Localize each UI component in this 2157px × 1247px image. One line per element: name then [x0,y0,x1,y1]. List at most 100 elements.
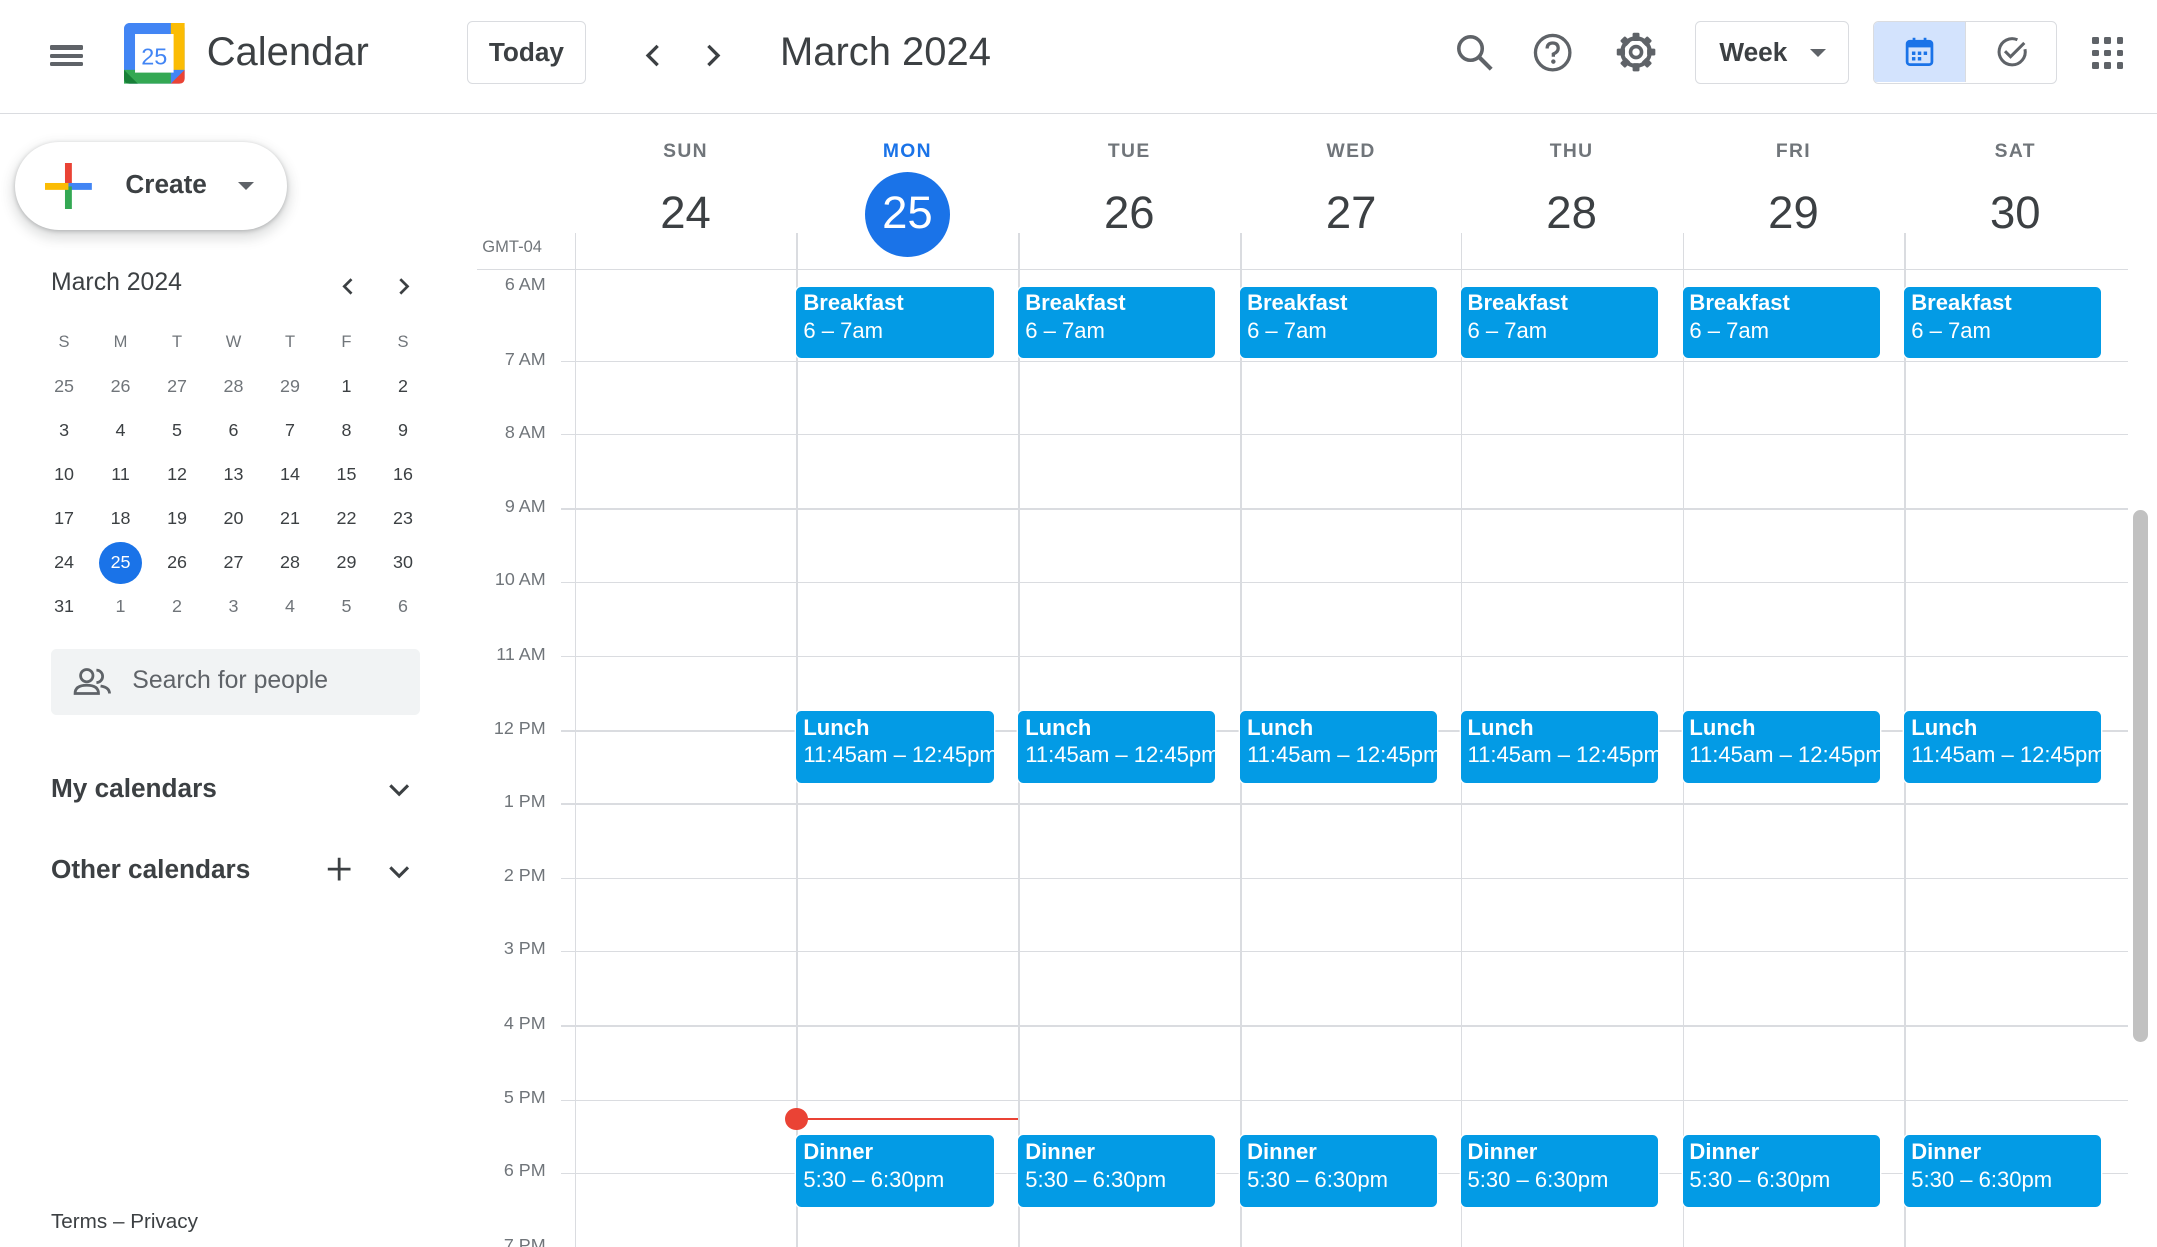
mini-calendar-day[interactable]: 12 [149,452,205,496]
terms-link[interactable]: Terms [51,1210,107,1233]
calendar-event[interactable]: Breakfast 6 – 7am [1904,286,2102,359]
mini-calendar-day[interactable]: 6 [205,408,261,452]
day-header-today[interactable]: MON 25 [796,141,1018,257]
calendar-event[interactable]: Lunch 11:45am – 12:45pm [796,711,994,783]
day-number[interactable]: 24 [660,187,711,238]
calendar-event[interactable]: Dinner 5:30 – 6:30pm [1240,1135,1438,1208]
next-week-button[interactable] [688,30,738,80]
mini-calendar-day-selected[interactable]: 25 [92,540,148,585]
mini-calendar-day-number: 16 [393,463,413,484]
main-menu-button[interactable] [39,30,94,80]
vertical-scrollbar[interactable] [2133,509,2149,1042]
mini-calendar-day[interactable]: 17 [36,496,92,540]
calendar-event[interactable]: Breakfast 6 – 7am [796,286,994,359]
other-calendars-heading[interactable]: Other calendars [51,854,250,885]
my-calendars-heading[interactable]: My calendars [51,773,217,804]
search-button[interactable] [1447,25,1502,80]
settings-button[interactable] [1608,25,1663,80]
mini-calendar-day[interactable]: 4 [92,408,148,452]
calendar-event[interactable]: Breakfast 6 – 7am [1240,286,1438,359]
create-button[interactable]: Create [15,141,287,231]
mini-calendar-day[interactable]: 5 [149,408,205,452]
day-number[interactable]: 25 [864,171,951,257]
day-header[interactable]: FRI 29 [1683,141,1905,251]
mini-calendar-day[interactable]: 6 [375,584,431,628]
day-header[interactable]: THU 28 [1461,141,1683,251]
mini-calendar-day[interactable]: 24 [36,540,92,584]
mini-calendar-next-button[interactable] [387,270,420,303]
mini-calendar-day[interactable]: 29 [262,364,318,408]
mini-calendar-day[interactable]: 3 [205,584,261,628]
mini-calendar-day[interactable]: 8 [318,408,374,452]
mini-calendar-day[interactable]: 2 [149,584,205,628]
calendar-event[interactable]: Lunch 11:45am – 12:45pm [1682,711,1880,783]
calendar-event[interactable]: Dinner 5:30 – 6:30pm [796,1135,994,1208]
day-header[interactable]: TUE 26 [1018,141,1240,251]
previous-week-button[interactable] [628,30,678,80]
calendar-event[interactable]: Breakfast 6 – 7am [1460,286,1658,359]
calendar-event[interactable]: Dinner 5:30 – 6:30pm [1682,1135,1880,1208]
mini-calendar-day[interactable]: 7 [262,408,318,452]
mini-calendar-day[interactable]: 20 [205,496,261,540]
mini-calendar-day[interactable]: 10 [36,452,92,496]
mini-calendar-day-number: 25 [54,375,75,396]
calendar-event[interactable]: Dinner 5:30 – 6:30pm [1018,1135,1216,1208]
mini-calendar-day[interactable]: 18 [92,496,148,540]
day-number[interactable]: 29 [1768,187,1819,238]
mini-calendar-day[interactable]: 26 [92,364,148,408]
mini-calendar-day[interactable]: 1 [318,364,374,408]
calendar-event[interactable]: Lunch 11:45am – 12:45pm [1240,711,1438,783]
calendar-event[interactable]: Dinner 5:30 – 6:30pm [1904,1135,2102,1208]
calendar-event[interactable]: Breakfast 6 – 7am [1018,286,1216,359]
day-number[interactable]: 30 [1990,187,2041,238]
day-header[interactable]: SUN 24 [575,141,797,251]
mini-calendar-day[interactable]: 1 [92,584,148,628]
calendar-event[interactable]: Dinner 5:30 – 6:30pm [1460,1135,1658,1208]
mini-calendar-day[interactable]: 25 [36,364,92,408]
day-number[interactable]: 28 [1546,187,1597,238]
calendar-event[interactable]: Lunch 11:45am – 12:45pm [1018,711,1216,783]
mini-calendar-day[interactable]: 31 [36,584,92,628]
mini-calendar-day[interactable]: 11 [92,452,148,496]
mini-calendar-day[interactable]: 28 [262,540,318,584]
mini-calendar-day[interactable]: 2 [375,364,431,408]
mini-calendar-day[interactable]: 19 [149,496,205,540]
day-number[interactable]: 27 [1326,187,1377,238]
mini-calendar-day[interactable]: 22 [318,496,374,540]
mini-calendar-day[interactable]: 26 [149,540,205,584]
mini-calendar-day[interactable]: 29 [318,540,374,584]
calendar-view-button[interactable] [1873,21,1966,83]
mini-calendar-day[interactable]: 27 [205,540,261,584]
privacy-link[interactable]: Privacy [130,1210,198,1233]
mini-calendar-day[interactable]: 14 [262,452,318,496]
mini-calendar-day[interactable]: 28 [205,364,261,408]
mini-calendar-day[interactable]: 16 [375,452,431,496]
mini-calendar-day[interactable]: 9 [375,408,431,452]
view-selector[interactable]: Week [1694,20,1850,85]
mini-calendar-day[interactable]: 13 [205,452,261,496]
my-calendars-expand-button[interactable] [383,773,416,806]
mini-calendar-day-number: 3 [228,596,239,617]
calendar-event[interactable]: Lunch 11:45am – 12:45pm [1904,711,2102,783]
help-button[interactable] [1525,25,1580,80]
mini-calendar-prev-button[interactable] [332,270,365,303]
mini-calendar-day[interactable]: 23 [375,496,431,540]
add-other-calendar-button[interactable] [322,853,355,886]
mini-calendar-day[interactable]: 30 [375,540,431,584]
calendar-event[interactable]: Breakfast 6 – 7am [1682,286,1880,359]
mini-calendar-day[interactable]: 21 [262,496,318,540]
day-header[interactable]: WED 27 [1240,141,1462,251]
mini-calendar-day[interactable]: 4 [262,584,318,628]
google-apps-button[interactable] [2084,29,2134,79]
tasks-view-button[interactable] [1966,22,2056,83]
today-button[interactable]: Today [467,20,586,85]
other-calendars-expand-button[interactable] [383,854,416,887]
day-number[interactable]: 26 [1104,187,1155,238]
calendar-event[interactable]: Lunch 11:45am – 12:45pm [1460,711,1658,783]
mini-calendar-day[interactable]: 27 [149,364,205,408]
day-header[interactable]: SAT 30 [1904,141,2126,251]
search-people-input[interactable]: Search for people [50,649,421,716]
mini-calendar-day[interactable]: 3 [36,408,92,452]
mini-calendar-day[interactable]: 5 [318,584,374,628]
mini-calendar-day[interactable]: 15 [318,452,374,496]
